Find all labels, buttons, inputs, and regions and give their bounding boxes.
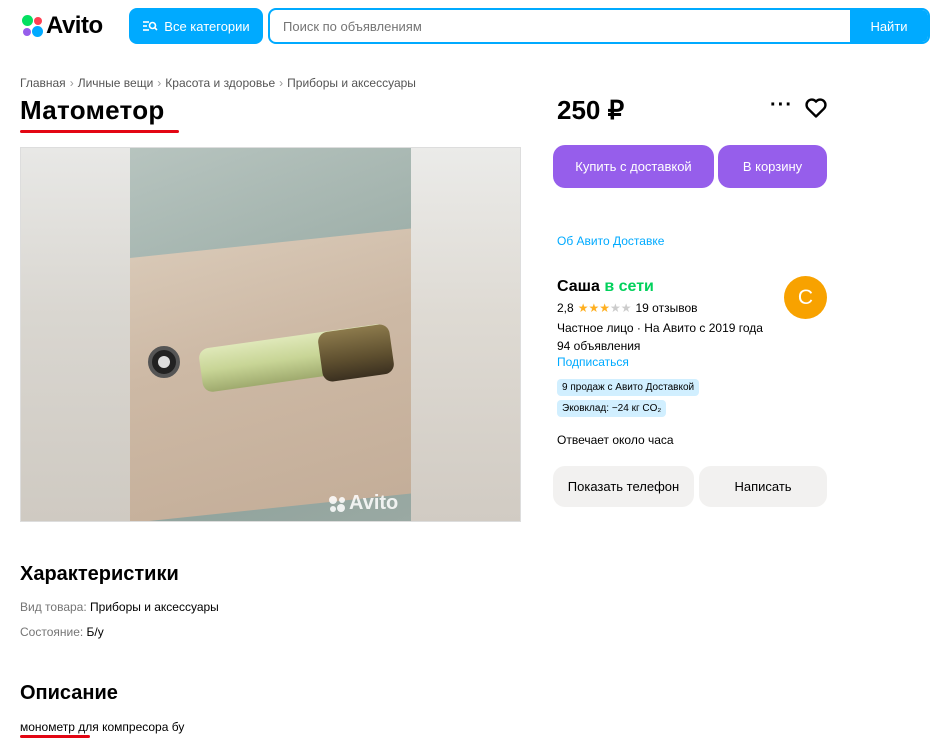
photo-device-end	[316, 323, 396, 383]
description-annotation-underline	[20, 735, 90, 738]
eco-contribution-badge[interactable]: Эковклад: −24 кг CO₂	[557, 400, 667, 417]
breadcrumb-item-home[interactable]: Главная	[20, 76, 66, 90]
description-heading: Описание	[20, 682, 118, 704]
reviews-link[interactable]: 19 отзывов	[635, 301, 697, 315]
delivery-info-link[interactable]: Об Авито Доставке	[557, 234, 664, 248]
gallery-blur-right	[410, 148, 520, 521]
seller-type-since: Частное лицо · На Авито с 2019 года	[557, 321, 763, 335]
search-button[interactable]: Найти	[850, 10, 928, 42]
product-photo[interactable]	[130, 148, 411, 521]
seller-rating-row: 2,8 ★★★★★ 19 отзывов	[557, 301, 698, 315]
avito-logo[interactable]: Avito	[20, 12, 103, 40]
write-message-button[interactable]: Написать	[699, 466, 827, 507]
logo-text: Avito	[46, 12, 103, 39]
breadcrumb-separator: ›	[69, 76, 74, 90]
price: 250 ₽	[557, 95, 625, 125]
photo-gallery[interactable]: Avito	[20, 147, 521, 522]
characteristic-key: Состояние:	[20, 625, 87, 639]
avito-logo-icon	[20, 14, 44, 38]
categories-search-icon	[143, 21, 158, 31]
add-to-cart-button[interactable]: В корзину	[718, 145, 827, 188]
search-input[interactable]	[270, 10, 850, 42]
breadcrumb-item-beauty[interactable]: Красота и здоровье	[165, 76, 275, 90]
seller-name-row: Саша в сети	[557, 278, 654, 296]
delivery-sales-badge: 9 продаж с Авито Доставкой	[557, 379, 700, 396]
search-bar: Найти	[268, 8, 930, 44]
characteristic-row: Состояние: Б/у	[20, 625, 104, 639]
breadcrumb: Главная › Личные вещи › Красота и здоров…	[20, 76, 416, 90]
avito-watermark: Avito	[328, 492, 398, 515]
gallery-blur-left	[21, 148, 130, 521]
more-options-icon[interactable]: ···	[770, 94, 793, 117]
avatar[interactable]: С	[784, 276, 827, 319]
seller-ads-count[interactable]: 94 объявления	[557, 337, 763, 355]
watermark-text: Avito	[349, 492, 399, 514]
buy-with-delivery-button[interactable]: Купить с доставкой	[553, 145, 714, 188]
heart-icon[interactable]	[804, 96, 828, 120]
breadcrumb-item-devices[interactable]: Приборы и аксессуары	[287, 76, 416, 90]
avatar-letter: С	[797, 285, 814, 309]
characteristics-heading: Характеристики	[20, 563, 179, 585]
seller-name[interactable]: Саша	[557, 278, 600, 295]
seller-online-status: в сети	[604, 278, 654, 295]
watermark-logo-icon	[328, 495, 346, 513]
reply-time: Отвечает около часа	[557, 433, 674, 447]
show-phone-button[interactable]: Показать телефон	[553, 466, 694, 507]
subscribe-link[interactable]: Подписаться	[557, 355, 629, 369]
page-title: Матометор	[20, 95, 165, 125]
characteristic-value: Б/у	[86, 625, 104, 639]
breadcrumb-separator: ›	[157, 76, 162, 90]
characteristic-value: Приборы и аксессуары	[90, 600, 219, 614]
rating-stars: ★★★★★	[577, 301, 632, 315]
characteristic-row: Вид товара: Приборы и аксессуары	[20, 600, 219, 614]
characteristic-key: Вид товара:	[20, 600, 91, 614]
photo-pressure-gauge	[148, 346, 180, 378]
all-categories-label: Все категории	[164, 18, 250, 34]
breadcrumb-separator: ›	[279, 76, 284, 90]
all-categories-button[interactable]: Все категории	[129, 8, 263, 44]
rating-value: 2,8	[557, 301, 574, 315]
description-text: монометр для компресора бу	[20, 720, 185, 734]
breadcrumb-item-personal[interactable]: Личные вещи	[78, 76, 154, 90]
seller-meta: Частное лицо · На Авито с 2019 года 94 о…	[557, 319, 763, 355]
title-annotation-underline	[20, 130, 179, 133]
